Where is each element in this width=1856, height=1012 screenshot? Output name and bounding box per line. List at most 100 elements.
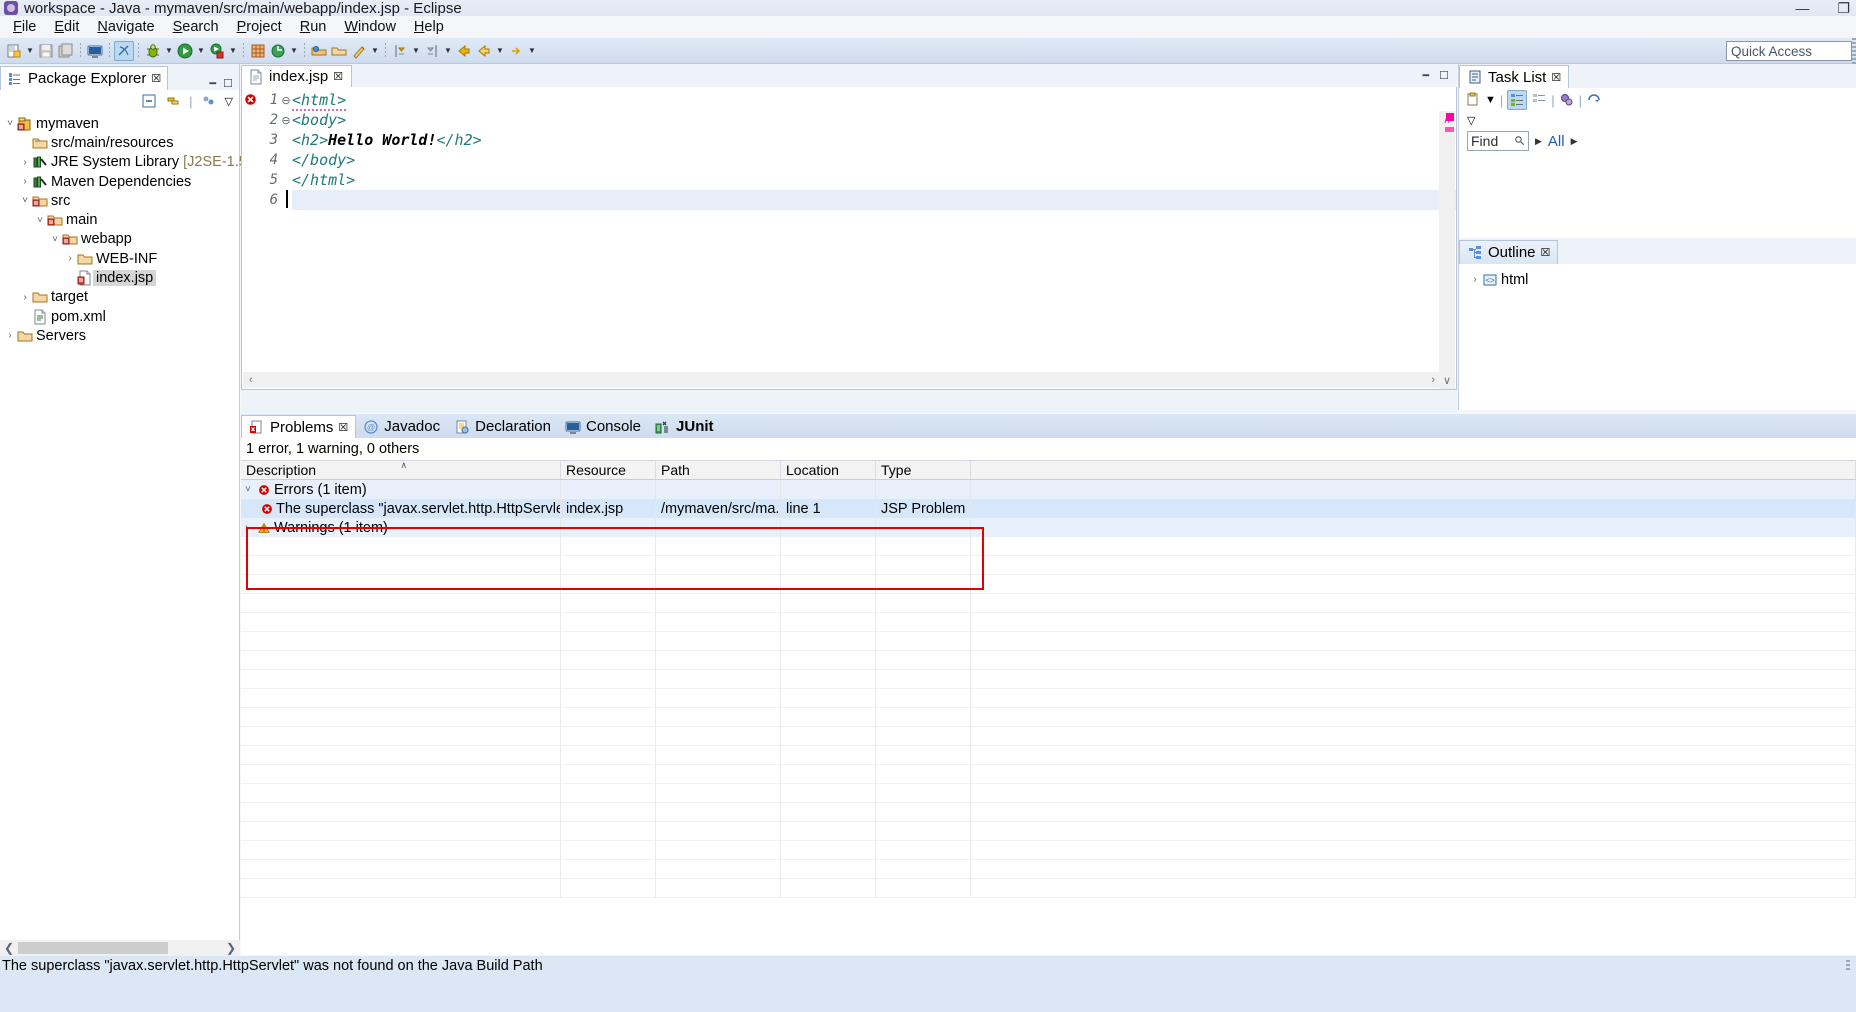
tab-index-jsp[interactable]: index.jsp ☒: [241, 65, 353, 87]
chevron-right-icon[interactable]: ›: [64, 253, 76, 264]
tab-outline[interactable]: Outline ☒: [1459, 240, 1559, 264]
maximize-editor-icon[interactable]: ☐: [1439, 70, 1449, 82]
tree-item-main[interactable]: ˅ main: [0, 210, 239, 229]
code-line[interactable]: [286, 190, 1456, 210]
chevron-right-icon[interactable]: ›: [19, 176, 31, 187]
code-line[interactable]: <body>: [292, 110, 1456, 130]
editor-vertical-scrollbar[interactable]: ∧ ∨: [1439, 111, 1455, 389]
tab-declaration[interactable]: Declaration: [447, 415, 558, 438]
code-line[interactable]: <h2>Hello World!</h2>: [292, 130, 1456, 150]
focus-on-workweek-icon[interactable]: [1559, 92, 1575, 108]
next-annotation-icon[interactable]: [390, 41, 410, 61]
chevron-down-icon[interactable]: ˅: [4, 118, 16, 129]
collapse-all-icon[interactable]: [141, 93, 157, 109]
run-icon[interactable]: [175, 41, 195, 61]
chevron-right-icon[interactable]: ›: [19, 157, 31, 168]
tree-item-servers[interactable]: › Servers: [0, 326, 239, 345]
minimize-editor-icon[interactable]: ━: [1423, 70, 1430, 82]
toolbar-drag-handle[interactable]: [1852, 38, 1856, 64]
categorized-mode-icon[interactable]: [1507, 90, 1528, 110]
menu-help[interactable]: Help: [405, 18, 453, 36]
view-menu-arrow-icon[interactable]: ▽: [225, 95, 233, 108]
close-icon[interactable]: ☒: [1551, 71, 1561, 84]
minimize-view-icon[interactable]: ━: [210, 79, 217, 90]
new-icon[interactable]: [4, 41, 24, 61]
scroll-down-icon[interactable]: ∨: [1439, 374, 1455, 387]
resize-grip[interactable]: [1846, 960, 1850, 972]
tree-item-maven-dependencies[interactable]: › Maven Dependencies: [0, 172, 239, 191]
maximize-view-icon[interactable]: ☐: [223, 79, 233, 90]
find-input[interactable]: Find: [1467, 131, 1529, 151]
scheduled-mode-icon[interactable]: [1531, 92, 1547, 108]
view-menu-icon[interactable]: [201, 93, 217, 109]
forward-icon[interactable]: [506, 41, 526, 61]
chevron-right-icon[interactable]: ›: [4, 330, 16, 341]
chevron-right-icon[interactable]: ›: [19, 292, 31, 303]
problems-row[interactable]: ˅ Errors (1 item): [241, 480, 1856, 499]
menu-edit[interactable]: Edit: [45, 18, 88, 36]
menu-file[interactable]: File: [4, 18, 45, 36]
scrollbar-thumb[interactable]: [18, 942, 168, 954]
tab-package-explorer[interactable]: Package Explorer ☒: [0, 66, 169, 90]
refresh-icon[interactable]: [268, 41, 288, 61]
column-header-description[interactable]: Description ∧: [241, 460, 561, 479]
toggle-mark-occurrences-icon[interactable]: [114, 40, 134, 61]
maximize-button[interactable]: ❐: [1837, 1, 1850, 15]
chevron-down-icon[interactable]: ˅: [49, 234, 61, 245]
close-icon[interactable]: ☒: [1541, 246, 1551, 259]
scroll-right-icon[interactable]: ❯: [226, 941, 236, 955]
save-all-icon[interactable]: [56, 41, 76, 61]
back-icon[interactable]: [454, 41, 474, 61]
run-dropdown-icon[interactable]: ▼: [195, 41, 207, 61]
code-line[interactable]: </body>: [292, 150, 1456, 170]
close-icon[interactable]: ☒: [333, 70, 343, 83]
menu-run[interactable]: Run: [291, 18, 336, 36]
problems-row[interactable]: › Warnings (1 item): [241, 518, 1856, 537]
tree-item-jre-system-library[interactable]: › JRE System Library [J2SE-1.5]: [0, 153, 251, 172]
tree-item-mymaven[interactable]: ˅ mymaven: [0, 114, 239, 133]
tree-item-src-main-resources[interactable]: src/main/resources: [0, 133, 239, 152]
problems-row[interactable]: The superclass "javax.servlet.http.HttpS…: [241, 499, 1856, 518]
fold-toggle-icon[interactable]: ⊖: [280, 110, 292, 130]
menu-navigate[interactable]: Navigate: [88, 18, 163, 36]
column-header-location[interactable]: Location: [781, 461, 876, 479]
search-icon[interactable]: [1514, 133, 1525, 149]
back-dropdown-icon[interactable]: ▼: [494, 41, 506, 61]
debug-icon[interactable]: [143, 41, 163, 61]
view-menu-arrow-icon[interactable]: ▽: [1467, 114, 1475, 127]
synchronize-icon[interactable]: [1586, 92, 1602, 108]
problems-table-header[interactable]: Description ∧ Resource Path Location Type: [241, 460, 1856, 480]
minimize-button[interactable]: —: [1795, 1, 1809, 15]
hscroll-right-icon[interactable]: ›: [1431, 374, 1435, 386]
error-icon[interactable]: [244, 93, 257, 110]
code-line[interactable]: </html>: [292, 170, 1456, 190]
warning-marker[interactable]: [1445, 127, 1454, 132]
next-annotation-dropdown-icon[interactable]: ▼: [410, 41, 422, 61]
link-with-editor-icon[interactable]: [165, 93, 181, 109]
package-explorer-hscrollbar[interactable]: ❮ ❯: [0, 940, 240, 956]
fold-toggle-icon[interactable]: ⊖: [280, 90, 292, 110]
tree-item-pom-xml[interactable]: pom.xml: [0, 307, 239, 326]
open-type-icon[interactable]: [309, 41, 329, 61]
tree-item-index-jsp[interactable]: index.jsp: [0, 268, 239, 287]
chevron-right-icon[interactable]: ›: [245, 522, 256, 533]
find-scope-all-link[interactable]: All: [1548, 133, 1565, 150]
column-header-path[interactable]: Path: [656, 461, 781, 479]
scroll-left-icon[interactable]: ❮: [4, 941, 14, 955]
chevron-down-icon[interactable]: ˅: [34, 215, 46, 226]
outline-item-html[interactable]: › <> html: [1459, 270, 1856, 289]
hscroll-left-icon[interactable]: ‹: [249, 374, 253, 386]
close-icon[interactable]: ☒: [151, 72, 161, 85]
forward-dropdown-icon[interactable]: ▼: [526, 41, 538, 61]
console-toolbar-icon[interactable]: [85, 41, 105, 61]
outline-tree[interactable]: › <> html: [1459, 264, 1856, 289]
search-ref-icon[interactable]: [349, 41, 369, 61]
tree-item-target[interactable]: › target: [0, 288, 239, 307]
editor-code-area[interactable]: <html> <body> <h2>Hello World!</h2> </body>…: [286, 87, 1456, 389]
run-external-tools-icon[interactable]: [207, 41, 227, 61]
chevron-right-icon[interactable]: ›: [1469, 274, 1481, 285]
close-icon[interactable]: ☒: [338, 421, 348, 434]
search-dropdown-icon[interactable]: ▼: [369, 41, 381, 61]
open-resource-icon[interactable]: [329, 41, 349, 61]
error-marker[interactable]: [1446, 113, 1454, 121]
